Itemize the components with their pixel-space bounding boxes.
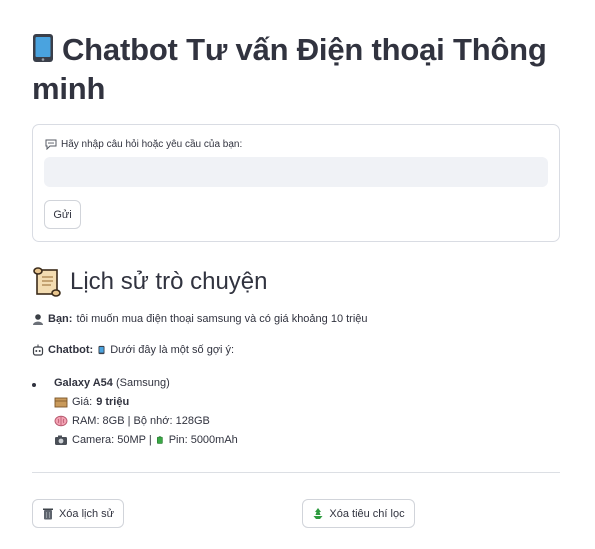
camera-icon [55, 435, 67, 445]
page-title: Chatbot Tư vấn Điện thoại Thông minh [32, 30, 572, 108]
price-label: Giá: [72, 396, 93, 408]
product-memory: RAM: 8GB | Bộ nhớ: 128GB [54, 415, 210, 427]
bot-intro-text: Dưới đây là một số gợi ý: [110, 344, 235, 356]
question-label-text: Hãy nhập câu hỏi hoặc yêu cầu của bạn: [61, 139, 243, 150]
user-icon [33, 314, 43, 325]
mobile-phone-icon [33, 34, 53, 62]
list-item: Galaxy A54 (Samsung) [32, 377, 170, 389]
trash-icon [42, 508, 53, 520]
question-label: Hãy nhập câu hỏi hoặc yêu cầu của bạn: [45, 139, 242, 150]
package-icon [54, 397, 68, 408]
mobile-phone-icon [98, 345, 105, 355]
battery-icon [156, 436, 163, 444]
user-label: Bạn: [48, 313, 73, 325]
battery-text: Pin: 5000mAh [168, 434, 238, 446]
speech-bubble-icon [45, 139, 57, 150]
product-price: Giá: 9 triệu [54, 396, 129, 408]
price-value: 9 triệu [96, 396, 130, 408]
product-brand: (Samsung) [115, 377, 170, 389]
user-message: Bạn: tôi muốn mua điện thoại samsung và … [32, 313, 368, 325]
clear-filters-label: Xóa tiêu chí lọc [329, 507, 405, 520]
recycle-icon [313, 508, 323, 519]
robot-icon [32, 344, 44, 356]
page-title-text: Chatbot Tư vấn Điện thoại Thông minh [32, 32, 547, 106]
history-title-text: Lịch sử trò chuyện [70, 268, 268, 295]
camera-text: Camera: 50MP | [72, 434, 152, 446]
clear-history-button[interactable]: Xóa lịch sử [32, 499, 124, 528]
bullet-dot [32, 383, 36, 387]
brain-icon [54, 415, 68, 427]
chat-form: Hãy nhập câu hỏi hoặc yêu cầu của bạn: G… [32, 124, 560, 242]
clear-filters-button[interactable]: Xóa tiêu chí lọc [302, 499, 415, 528]
product-camera: Camera: 50MP | Pin: 5000mAh [54, 434, 238, 446]
divider [32, 472, 560, 473]
product-name: Galaxy A54 [54, 377, 113, 389]
history-title: Lịch sử trò chuyện [32, 266, 268, 298]
bot-label: Chatbot: [48, 344, 94, 356]
clear-history-label: Xóa lịch sử [58, 507, 115, 520]
question-input[interactable] [44, 157, 548, 187]
scroll-icon [33, 267, 61, 297]
memory-text: RAM: 8GB | Bộ nhớ: 128GB [72, 415, 210, 427]
user-message-text: tôi muốn mua điện thoại samsung và có gi… [76, 313, 368, 325]
send-button[interactable]: Gửi [44, 200, 81, 229]
bot-message: Chatbot: Dưới đây là một số gợi ý: [32, 344, 234, 356]
